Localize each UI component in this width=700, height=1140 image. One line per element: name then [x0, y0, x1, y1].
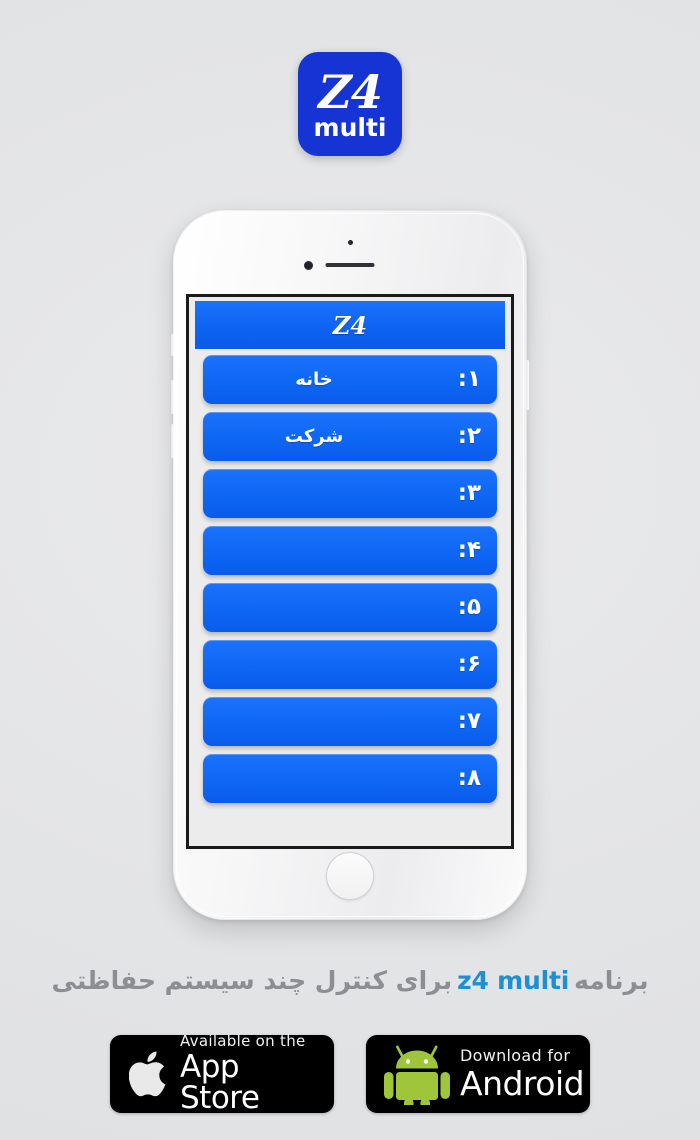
android-badge-small-text: Download for [460, 1046, 571, 1065]
phone-volume-down-button [171, 424, 174, 458]
device-row-number: ۲: [457, 423, 481, 449]
device-row-number: ۱: [457, 366, 481, 392]
device-row-7[interactable]: ۷: [203, 697, 497, 746]
phone-earpiece-speaker [325, 263, 375, 267]
tagline: برنامه z4 multi برای کنترل چند سیستم حفا… [0, 958, 700, 1002]
device-row-1[interactable]: ۱: خانه [203, 355, 497, 404]
device-row-2[interactable]: ۲: شرکت [203, 412, 497, 461]
app-store-badge-text: Available on the App Store [180, 1034, 320, 1114]
phone-volume-up-button [171, 380, 174, 414]
store-badges: Available on the App Store Download for … [0, 1034, 700, 1114]
promo-page: Z4 multi Z4 ۱: خانه ۲: شرکت ۳: ۴: ۵: ۶: … [0, 0, 700, 1140]
device-row-number: ۵: [457, 594, 481, 620]
device-row-5[interactable]: ۵: [203, 583, 497, 632]
device-row-number: ۷: [457, 708, 481, 734]
app-store-badge-big-text: App Store [180, 1049, 260, 1116]
android-badge[interactable]: Download for Android [366, 1035, 590, 1113]
tagline-brand-text: z4 multi [457, 965, 570, 995]
app-logo-secondary-text: multi [313, 112, 387, 142]
phone-front-camera [304, 261, 313, 270]
phone-power-button [526, 360, 529, 410]
phone-mockup: Z4 ۱: خانه ۲: شرکت ۳: ۴: ۵: ۶: ۷: ۸: [171, 210, 529, 920]
tagline-before-text: برنامه [574, 965, 649, 995]
apple-logo-icon [124, 1049, 176, 1099]
app-store-badge[interactable]: Available on the App Store [110, 1034, 334, 1114]
android-badge-text: Download for Android [460, 1046, 585, 1103]
app-header-title: Z4 [332, 310, 368, 340]
device-row-number: ۶: [457, 651, 481, 677]
phone-screen: Z4 ۱: خانه ۲: شرکت ۳: ۴: ۵: ۶: ۷: ۸: [186, 294, 514, 849]
phone-home-button [326, 852, 374, 900]
device-row-number: ۳: [457, 480, 481, 506]
app-store-badge-small-text: Available on the [180, 1032, 306, 1050]
app-logo-container: Z4 multi [0, 52, 700, 156]
phone-proximity-sensor [348, 240, 353, 245]
device-row-4[interactable]: ۴: [203, 526, 497, 575]
tagline-after-text: برای کنترل چند سیستم حفاظتی [51, 965, 453, 995]
device-row-label: خانه [295, 368, 333, 390]
device-row-number: ۴: [457, 537, 481, 563]
device-row-8[interactable]: ۸: [203, 754, 497, 803]
phone-mute-switch [171, 334, 174, 356]
device-row-number: ۸: [457, 765, 481, 791]
app-logo: Z4 multi [298, 52, 402, 156]
device-row-3[interactable]: ۳: [203, 469, 497, 518]
android-badge-big-text: Android [460, 1064, 585, 1103]
app-logo-primary-text: Z4 [318, 64, 383, 119]
android-robot-icon [380, 1043, 454, 1105]
app-header-bar: Z4 [195, 301, 505, 349]
device-row-label: شرکت [284, 425, 344, 447]
device-row-6[interactable]: ۶: [203, 640, 497, 689]
device-list: ۱: خانه ۲: شرکت ۳: ۴: ۵: ۶: ۷: ۸: [189, 355, 511, 803]
